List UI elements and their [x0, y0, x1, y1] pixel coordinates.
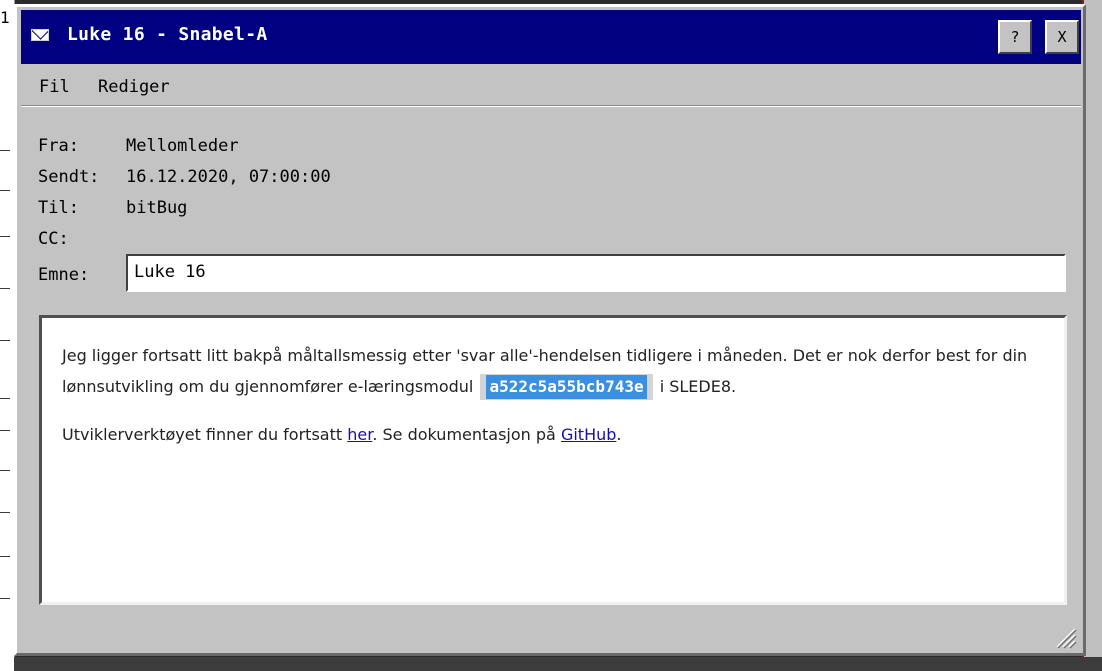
message-paragraph: Jeg ligger fortsatt litt bakpå måltallsm… [62, 340, 1044, 402]
background-line [0, 512, 10, 513]
sent-value: 16.12.2020, 07:00:00 [126, 167, 331, 187]
title-bar[interactable]: Luke 16 - Snabel-A ? X [21, 10, 1081, 64]
link-github[interactable]: GitHub [561, 425, 616, 444]
background-line [0, 288, 10, 289]
background-line [0, 598, 10, 599]
menu-bar: Fil Rediger [21, 67, 1081, 106]
link-here[interactable]: her [347, 425, 372, 444]
background-line [0, 556, 10, 557]
menu-item-file[interactable]: Fil [39, 77, 70, 97]
menu-item-edit[interactable]: Rediger [98, 77, 170, 97]
message-text: i SLEDE8. [659, 377, 737, 396]
background-line [0, 430, 10, 431]
message-text: Utviklerverktøyet finner du fortsatt [62, 425, 343, 444]
from-label: Fra: [38, 136, 79, 156]
email-window: Luke 16 - Snabel-A ? X Fil Rediger Fra: … [14, 4, 1086, 656]
background-line [0, 150, 10, 151]
subject-label: Emne: [38, 265, 90, 285]
desktop-background-bottom [14, 657, 1102, 671]
close-button[interactable]: X [1045, 20, 1079, 54]
help-button[interactable]: ? [998, 20, 1032, 54]
sent-label: Sendt: [38, 167, 100, 187]
module-code[interactable]: a522c5a55bcb743e [486, 375, 647, 399]
desktop-background-left: 1 [0, 0, 15, 671]
background-line [0, 398, 10, 399]
background-line [0, 236, 10, 237]
background-line [0, 340, 10, 341]
background-line [0, 470, 10, 471]
envelope-icon [31, 29, 49, 41]
resize-grip-icon[interactable] [1053, 625, 1077, 649]
message-text: . [616, 425, 622, 444]
background-window-fragment: 1 [0, 8, 10, 27]
window-title: Luke 16 - Snabel-A [67, 24, 268, 45]
message-body[interactable]: Jeg ligger fortsatt litt bakpå måltallsm… [39, 315, 1067, 605]
module-code-badge[interactable]: a522c5a55bcb743e [480, 374, 653, 400]
message-paragraph: Utviklerverktøyet finner du fortsatt her… [62, 419, 1044, 450]
message-text: . Se dokumentasjon på [372, 425, 556, 444]
to-value: bitBug [126, 198, 188, 218]
from-value: Mellomleder [126, 136, 239, 156]
subject-field[interactable]: Luke 16 [126, 254, 1066, 292]
to-label: Til: [38, 198, 79, 218]
cc-label: CC: [38, 229, 69, 249]
background-line [0, 190, 10, 191]
